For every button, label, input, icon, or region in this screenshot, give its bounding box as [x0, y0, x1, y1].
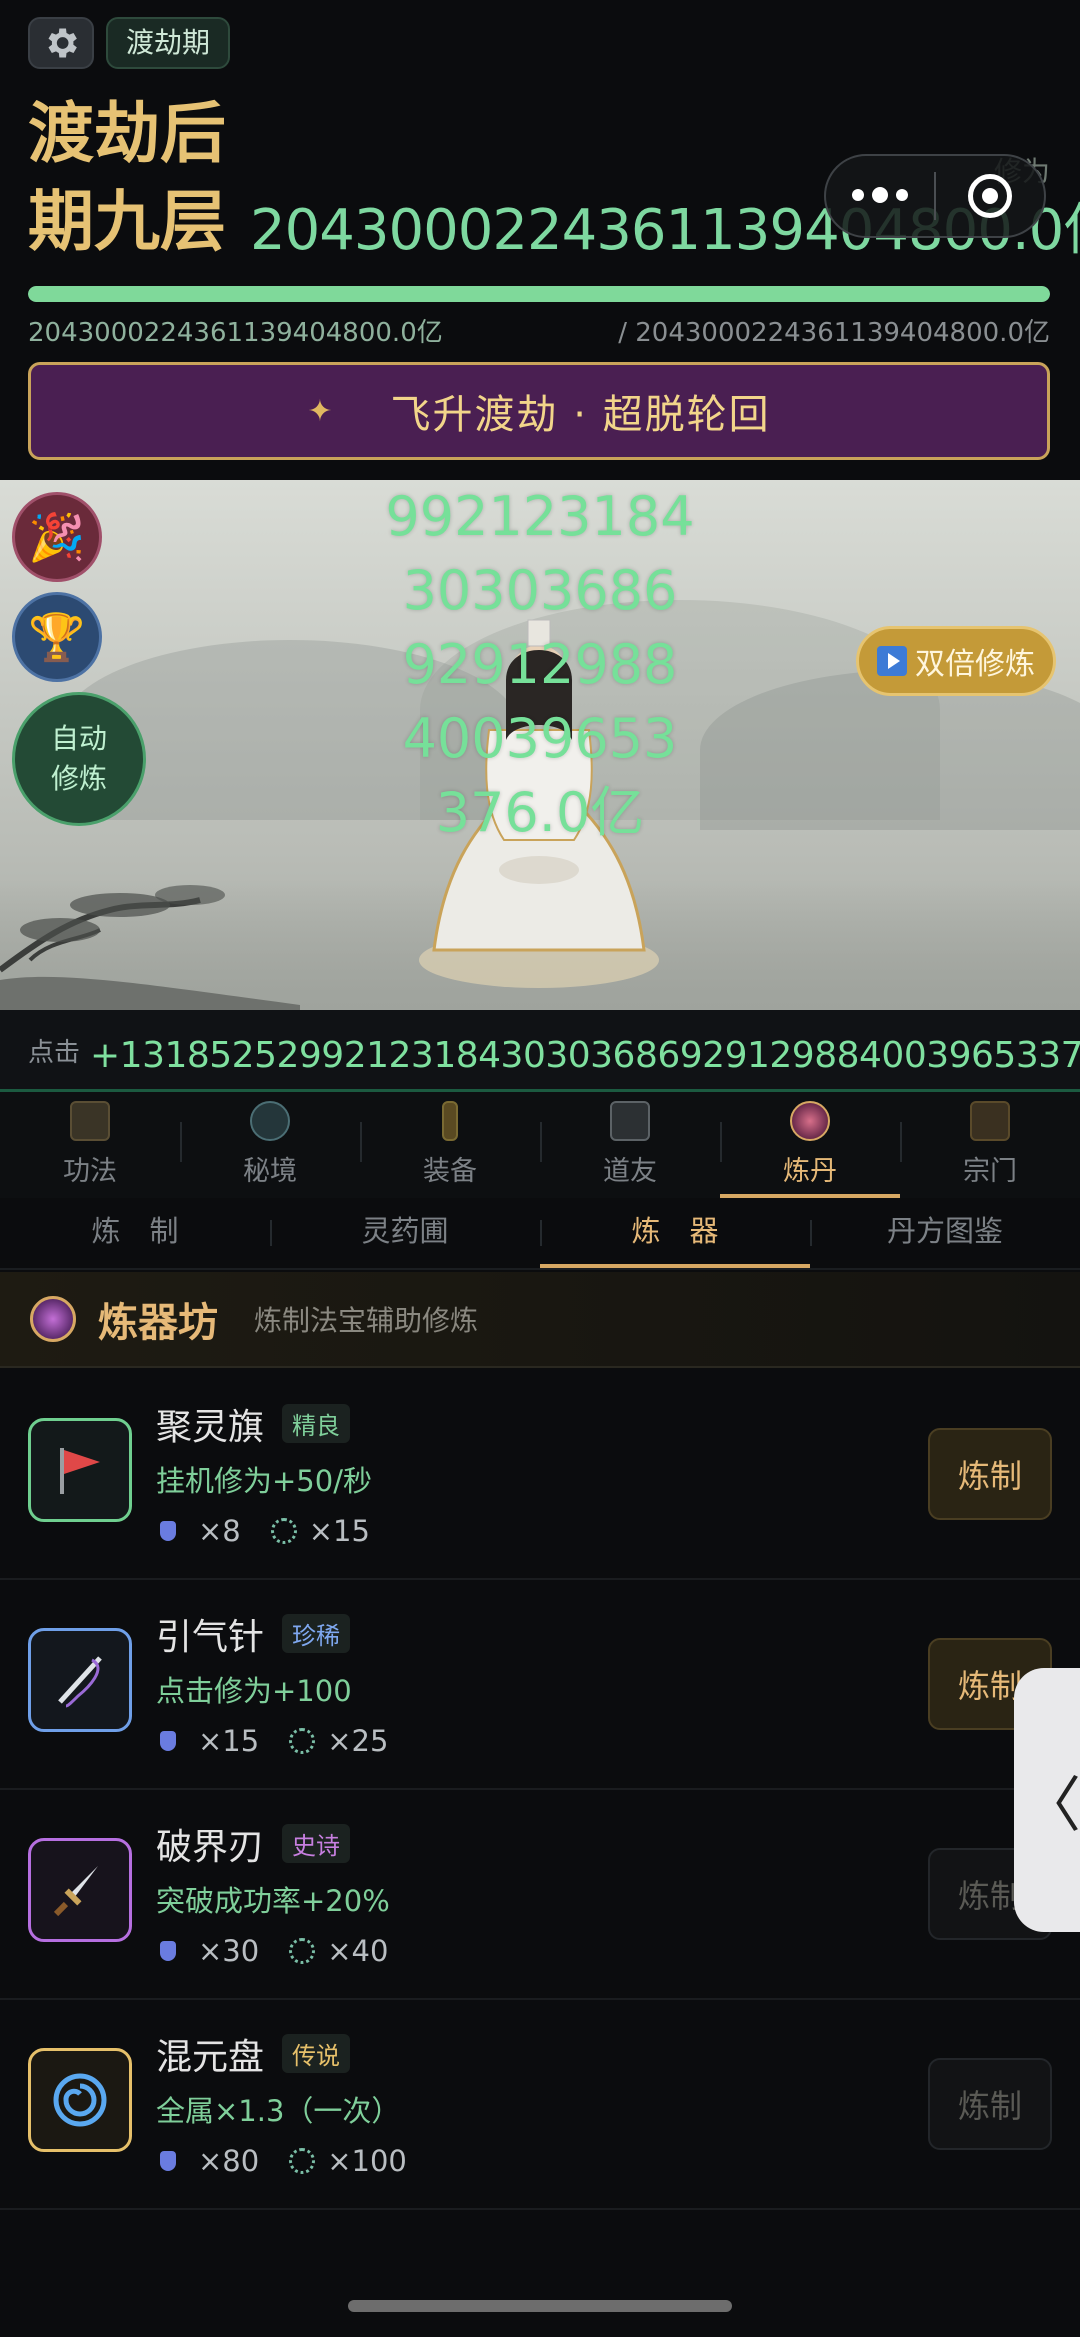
realm-title: 渡劫后 期九层	[28, 90, 226, 266]
subtab-herb-garden[interactable]: 灵药圃	[270, 1198, 540, 1268]
click-label: 点击	[28, 1038, 81, 1068]
ascend-button-label: 飞升渡劫 · 超脱轮回	[390, 392, 771, 438]
vortex-icon	[28, 2048, 132, 2152]
home-indicator[interactable]	[348, 2300, 732, 2312]
sub-tab-bar: 炼 制 灵药圃 炼 器 丹方图鉴	[0, 1198, 1080, 1270]
list-item: 引气针 珍稀 点击修为+100 ×15 ×25 炼制	[0, 1580, 1080, 1790]
side-drawer-handle[interactable]: 〈	[1014, 1668, 1080, 1932]
sect-icon	[970, 1101, 1010, 1141]
trophy-icon: 🏆	[28, 609, 86, 664]
progress-max: / 2043000224361139404800.0亿	[618, 318, 1050, 348]
dagger-icon	[28, 1838, 132, 1942]
realm-chip[interactable]: 渡劫期	[106, 17, 231, 69]
floating-number: 376.0亿	[435, 781, 645, 844]
floating-number: 40039653	[402, 707, 678, 770]
item-cost: ×80 ×100	[156, 2144, 407, 2178]
cultivation-progress-bar	[28, 286, 1050, 302]
mini-program-capsule	[824, 154, 1046, 238]
subtab-refine[interactable]: 炼 制	[0, 1198, 270, 1268]
tab-daoyou[interactable]: 道友	[540, 1092, 720, 1198]
tab-gongfa[interactable]: 功法	[0, 1092, 180, 1198]
spirit-stone-icon	[160, 1521, 176, 1541]
flag-icon	[28, 1418, 132, 1522]
rarity-badge: 传说	[282, 2034, 350, 2073]
spirit-stone-icon	[160, 1941, 176, 1961]
herb-icon	[270, 1518, 297, 1544]
craft-button[interactable]: 炼制	[928, 1428, 1052, 1520]
close-target-icon[interactable]	[936, 174, 1044, 218]
item-name: 引气针	[156, 1617, 265, 1658]
leaderboard-button[interactable]: 🏆	[12, 592, 102, 682]
item-name: 破界刃	[156, 1827, 265, 1868]
realm-title-line2: 期九层	[28, 183, 226, 260]
list-item: 聚灵旗 精良 挂机修为+50/秒 ×8 ×15 炼制	[0, 1370, 1080, 1580]
gear-icon	[48, 28, 77, 58]
item-effect: 挂机修为+50/秒	[156, 1464, 372, 1498]
item-name: 混元盘	[156, 2037, 265, 2078]
list-item: 混元盘 传说 全属×1.3（一次） ×80 ×100 炼制	[0, 2000, 1080, 2210]
tab-liandan[interactable]: 炼丹	[720, 1092, 900, 1198]
workshop-title: 炼器坊	[98, 1300, 218, 1346]
celebration-button[interactable]: 🎉	[12, 492, 102, 582]
main-tab-bar: 功法 秘境 装备 道友 炼丹 宗门	[0, 1092, 1080, 1198]
scroll-icon	[70, 1101, 110, 1141]
item-name: 聚灵旗	[156, 1407, 265, 1448]
workshop-header: 炼器坊 炼制法宝辅助修炼	[0, 1272, 1080, 1368]
party-popper-icon: 🎉	[28, 509, 86, 564]
more-icon[interactable]	[826, 187, 934, 203]
auto-cultivate-button[interactable]: 自动 修炼	[12, 692, 146, 826]
item-effect: 突破成功率+20%	[156, 1884, 390, 1918]
sword-icon	[442, 1101, 458, 1141]
herb-icon	[289, 2148, 316, 2174]
realm-title-line1: 渡劫后	[28, 95, 226, 172]
rarity-badge: 史诗	[282, 1824, 350, 1863]
rarity-badge: 珍稀	[282, 1614, 350, 1653]
auto-label-2: 修炼	[50, 762, 107, 795]
item-cost: ×8 ×15	[156, 1514, 370, 1548]
list-item: 破界刃 史诗 突破成功率+20% ×30 ×40 炼制	[0, 1790, 1080, 2000]
rarity-badge: 精良	[282, 1404, 350, 1443]
tab-zhuangbei[interactable]: 装备	[360, 1092, 540, 1198]
settings-button[interactable]	[28, 17, 94, 69]
cultivation-scene[interactable]: 992123184 30303686 92912988 40039653 376…	[0, 480, 1080, 1010]
subtab-recipe-codex[interactable]: 丹方图鉴	[810, 1198, 1080, 1268]
double-cultivate-button[interactable]: 双倍修炼	[856, 626, 1056, 696]
craft-button[interactable]: 炼制	[928, 2058, 1052, 2150]
friend-icon	[610, 1101, 650, 1141]
subtab-artifact-forge[interactable]: 炼 器	[540, 1198, 810, 1268]
play-icon	[877, 646, 907, 676]
portal-icon	[250, 1101, 290, 1141]
forge-icon	[30, 1296, 76, 1342]
tab-mijing[interactable]: 秘境	[180, 1092, 360, 1198]
tab-zongmen[interactable]: 宗门	[900, 1092, 1080, 1198]
click-value: +131852529921231843030368692912988400396…	[90, 1035, 1080, 1076]
chevron-left-icon: 〈	[1021, 1770, 1080, 1841]
item-cost: ×30 ×40	[156, 1934, 388, 1968]
floating-number: 30303686	[402, 559, 678, 622]
double-cultivate-label: 双倍修炼	[915, 647, 1035, 682]
herb-icon	[289, 1938, 316, 1964]
spirit-stone-icon	[160, 1731, 176, 1751]
cauldron-icon	[790, 1101, 830, 1141]
spirit-stone-icon	[160, 2151, 176, 2171]
auto-label-1: 自动	[50, 722, 107, 755]
workshop-subtitle: 炼制法宝辅助修炼	[254, 1304, 479, 1337]
progress-fill	[28, 286, 1050, 302]
item-cost: ×15 ×25	[156, 1724, 388, 1758]
click-gain-bar: 点击 +131852529921231843030368692912988400…	[0, 1010, 1080, 1092]
progress-current: 204300022436113940480​0.0亿	[28, 318, 443, 348]
needle-icon	[28, 1628, 132, 1732]
sparkle-icon: ✦	[307, 393, 335, 429]
ascend-button[interactable]: ✦ 飞升渡劫 · 超脱轮回	[28, 362, 1050, 460]
item-effect: 全属×1.3（一次）	[156, 2094, 401, 2128]
floating-number: 992123184	[385, 485, 695, 548]
herb-icon	[289, 1728, 316, 1754]
item-effect: 点击修为+100	[156, 1674, 352, 1708]
